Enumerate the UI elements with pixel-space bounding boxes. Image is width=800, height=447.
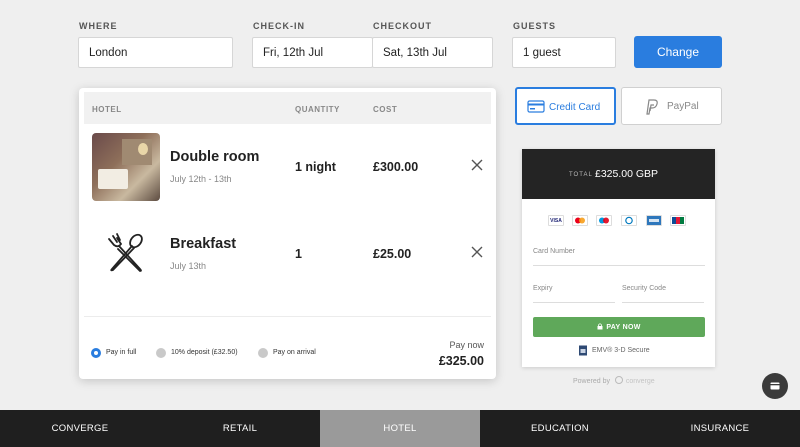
pay-on-arrival-label[interactable]: Pay on arrival: [273, 349, 316, 356]
deposit-radio[interactable]: [156, 348, 166, 358]
pay-full-label[interactable]: Pay in full: [106, 349, 136, 356]
basket-card: HOTEL QUANTITY COST Double room July 12t…: [79, 88, 496, 379]
guests-field[interactable]: 1 guest: [512, 37, 616, 68]
converge-logo-icon: [614, 376, 623, 384]
remove-icon[interactable]: [469, 157, 485, 173]
item-cost: £300.00: [373, 160, 419, 174]
checkout-field[interactable]: Sat, 13th Jul: [372, 37, 493, 68]
chat-button[interactable]: [762, 373, 788, 399]
checkin-field[interactable]: Fri, 12th Jul: [252, 37, 373, 68]
paypal-icon: [646, 99, 658, 115]
item-title: Breakfast: [170, 236, 237, 252]
nav-education[interactable]: EDUCATION: [480, 410, 640, 447]
visa-icon: VISA: [548, 215, 564, 226]
expiry-input[interactable]: Expiry: [533, 283, 615, 303]
nav-retail[interactable]: RETAIL: [160, 410, 320, 447]
security-code-input[interactable]: Security Code: [622, 283, 704, 303]
credit-card-icon: [527, 100, 545, 113]
total-bar: TOTAL £325.00 GBP: [522, 149, 715, 199]
powered-by-label: Powered by: [573, 378, 610, 385]
header-hotel: HOTEL: [92, 105, 122, 114]
pay-full-radio[interactable]: [91, 348, 101, 358]
shield-icon: [579, 345, 587, 356]
converge-brand: converge: [625, 378, 655, 385]
card-icon: [770, 382, 780, 390]
where-label: WHERE: [79, 21, 118, 31]
card-number-input[interactable]: Card Number: [533, 246, 705, 266]
checkin-label: CHECK-IN: [253, 21, 305, 31]
header-quantity: QUANTITY: [295, 105, 340, 114]
pay-now-button[interactable]: PAY NOW: [533, 317, 705, 337]
secure-text: EMV® 3-D Secure: [592, 347, 650, 354]
guests-label: GUESTS: [513, 21, 557, 31]
header-cost: COST: [373, 105, 398, 114]
cutlery-icon: [108, 233, 143, 272]
item-quantity: 1: [295, 247, 302, 261]
tab-credit-card[interactable]: Credit Card: [515, 87, 616, 125]
maestro-icon: [596, 215, 612, 226]
item-quantity: 1 night: [295, 160, 336, 174]
payment-panel: TOTAL £325.00 GBP VISA Card Number Expir…: [522, 149, 715, 367]
diners-icon: [621, 215, 637, 226]
nav-hotel[interactable]: HOTEL: [320, 410, 480, 447]
amex-icon: [646, 215, 662, 226]
total-amount: £325.00 GBP: [595, 168, 659, 180]
item-subtitle: July 13th: [170, 261, 207, 271]
lock-icon: [597, 323, 603, 330]
nav-converge[interactable]: CONVERGE: [0, 410, 160, 447]
change-button[interactable]: Change: [634, 36, 722, 68]
item-title: Double room: [170, 149, 260, 165]
total-label: TOTAL: [569, 172, 593, 178]
tab-credit-card-label: Credit Card: [549, 102, 601, 113]
jcb-icon: [670, 215, 686, 226]
checkout-label: CHECKOUT: [373, 21, 432, 31]
powered-by: Powered by converge: [573, 376, 655, 385]
divider: [84, 316, 491, 317]
remove-icon[interactable]: [469, 244, 485, 260]
item-subtitle: July 12th - 13th: [170, 174, 232, 184]
tab-paypal[interactable]: PayPal: [621, 87, 722, 125]
where-field[interactable]: London: [78, 37, 233, 68]
pay-on-arrival-radio[interactable]: [258, 348, 268, 358]
room-photo: [92, 133, 160, 201]
tab-paypal-label: PayPal: [667, 101, 699, 112]
nav-insurance[interactable]: INSURANCE: [640, 410, 800, 447]
bottom-nav: CONVERGE RETAIL HOTEL EDUCATION INSURANC…: [0, 410, 800, 447]
deposit-label[interactable]: 10% deposit (£32.50): [171, 349, 238, 356]
pay-now-button-label: PAY NOW: [606, 324, 641, 331]
item-cost: £25.00: [373, 247, 412, 261]
basket-header: HOTEL QUANTITY COST: [84, 92, 491, 124]
pay-now-label: Pay now: [449, 340, 484, 350]
pay-now-total: £325.00: [438, 354, 484, 368]
mastercard-icon: [572, 215, 588, 226]
